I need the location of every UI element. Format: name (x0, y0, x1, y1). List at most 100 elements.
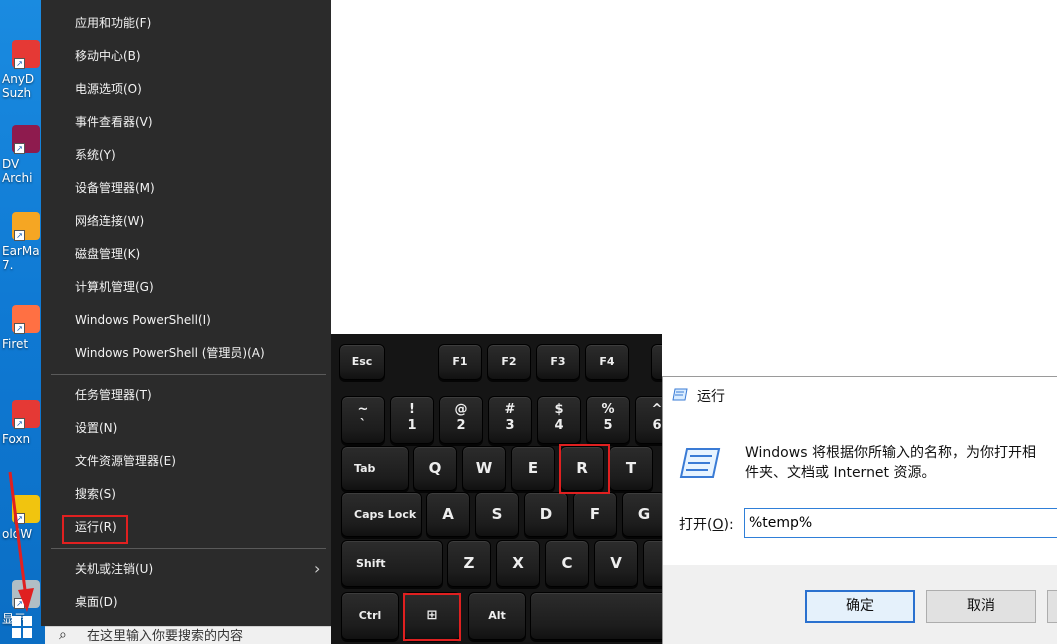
key-spacebar[interactable] (530, 592, 662, 640)
menu-item[interactable]: 设备管理器(M) (75, 178, 155, 198)
key-z[interactable]: Z (447, 540, 491, 587)
key-number[interactable]: ! 1 (390, 396, 434, 444)
key-alt[interactable]: Alt (468, 592, 526, 640)
key-label: 2 (456, 418, 466, 433)
key-label: Shift (356, 556, 386, 570)
key-label: 3 (505, 418, 515, 433)
key-f4[interactable]: F4 (585, 344, 629, 380)
key-number[interactable]: @2 (439, 396, 483, 444)
menu-item[interactable]: 设置(N) (75, 418, 117, 438)
taskbar-search-box[interactable]: ⌕ 在这里输入你要搜索的内容 (45, 626, 331, 644)
cancel-button[interactable]: 取消 (926, 590, 1036, 623)
run-large-icon (679, 448, 721, 478)
key-label: X (512, 553, 524, 572)
key-a[interactable]: A (426, 492, 470, 537)
key-label: Tab (354, 461, 376, 475)
menu-item[interactable]: 网络连接(W) (75, 211, 144, 231)
key-label: F2 (501, 354, 517, 368)
menu-separator (51, 374, 326, 375)
chevron-right-icon: › (314, 559, 321, 578)
menu-item[interactable]: Windows PowerShell(I) (75, 310, 211, 330)
key-f1[interactable]: F1 (438, 344, 482, 380)
key-f3[interactable]: F3 (536, 344, 580, 380)
key-label: Esc (351, 354, 373, 368)
key-r-highlight-box (559, 444, 610, 494)
menu-item[interactable]: 移动中心(B) (75, 46, 141, 66)
key-label: C (561, 553, 573, 572)
key-number[interactable]: % 5 (586, 396, 630, 444)
key-g[interactable]: G (622, 492, 662, 537)
menu-item[interactable]: 桌面(D) (75, 592, 118, 612)
key-label: ! (409, 402, 415, 417)
menu-item[interactable]: 电源选项(O) (75, 79, 142, 99)
key-partial[interactable] (651, 344, 662, 380)
menu-item[interactable]: 关机或注销(U) (75, 559, 153, 579)
menu-item[interactable]: 磁盘管理(K) (75, 244, 140, 264)
key-label: @ (454, 402, 468, 417)
key-ctrl[interactable]: Ctrl (341, 592, 399, 640)
run-command-input[interactable] (744, 508, 1057, 538)
browse-button[interactable] (1047, 590, 1057, 623)
key-label: F1 (452, 354, 468, 368)
shortcut-arrow-icon: ↗ (14, 230, 25, 241)
key-f2[interactable]: F2 (487, 344, 531, 380)
menu-item[interactable]: Windows PowerShell (管理员)(A) (75, 343, 265, 363)
key-q[interactable]: Q (413, 446, 457, 491)
menu-item[interactable]: 文件资源管理器(E) (75, 451, 176, 471)
desktop-shortcut-label: EarMa 7. (2, 244, 40, 272)
menu-item[interactable]: 搜索(S) (75, 484, 116, 504)
key-x[interactable]: X (496, 540, 540, 587)
key-label: Ctrl (358, 608, 382, 622)
key-label: F (589, 504, 601, 523)
key-label: $ (554, 402, 564, 417)
run-description: Windows 将根据你所输入的名称，为你打开相 件夹、文档或 Internet… (745, 445, 1036, 481)
key-label: 4 (554, 418, 564, 433)
key-number[interactable]: #3 (488, 396, 532, 444)
screenshot-composite: ↗ AnyD Suzh ↗ DV Archi ↗ EarMa 7. ↗ Firet ↗ Foxn ↗… (0, 0, 1057, 644)
key-label: F3 (550, 354, 566, 368)
key-label: 6 (652, 418, 662, 433)
key-f[interactable]: F (573, 492, 617, 537)
key-partial[interactable] (643, 540, 662, 587)
key-s[interactable]: S (475, 492, 519, 537)
desktop-shortcut-label: AnyD Suzh (2, 72, 35, 100)
run-app-icon (672, 388, 688, 401)
run-dialog: 运行 Windows 将根据你所输入的名称，为你打开相 件夹、文档或 Inter… (662, 376, 1057, 644)
key-label: V (610, 553, 622, 572)
key-label: ` (359, 418, 367, 433)
open-label: 打开(O): (679, 517, 734, 533)
shortcut-arrow-icon: ↗ (14, 58, 25, 69)
run-dialog-title: 运行 (697, 389, 725, 405)
ok-button[interactable]: 确定 (805, 590, 915, 623)
key-label: Caps Lock (354, 507, 417, 521)
key-e[interactable]: E (511, 446, 555, 491)
key-label: # (504, 402, 516, 417)
key-w[interactable]: W (462, 446, 506, 491)
key-v[interactable]: V (594, 540, 638, 587)
key-tab[interactable]: Tab (341, 446, 409, 491)
key-number[interactable]: $4 (537, 396, 581, 444)
menu-item[interactable]: 应用和功能(F) (75, 13, 151, 33)
key-label: ^ (651, 402, 662, 417)
key-win-highlight-box (403, 593, 461, 641)
key-number[interactable]: ^ 6 (635, 396, 662, 444)
key-label: A (442, 504, 454, 523)
key-d[interactable]: D (524, 492, 568, 537)
run-dialog-titlebar: 运行 (663, 377, 1057, 413)
key-number[interactable]: ~ ` (341, 396, 385, 444)
shortcut-arrow-icon: ↗ (14, 143, 25, 154)
key-shift[interactable]: Shift (341, 540, 443, 587)
key-t[interactable]: T (609, 446, 653, 491)
menu-item[interactable]: 计算机管理(G) (75, 277, 154, 297)
desktop-shortcut-label: Foxn (2, 432, 31, 446)
key-esc[interactable]: Esc (339, 344, 385, 380)
keyboard-photo: Esc F1 F2 F3 F4 ~ `! 1 @2 #3 $4% 5 ^ 6 Tab Q W E R T Caps Lo… (331, 334, 662, 644)
key-c[interactable]: C (545, 540, 589, 587)
menu-item[interactable]: 系统(Y) (75, 145, 116, 165)
key-label: G (637, 504, 651, 523)
key-caps-lock[interactable]: Caps Lock (341, 492, 422, 537)
menu-item[interactable]: 事件查看器(V) (75, 112, 153, 132)
key-label: % (601, 402, 615, 417)
key-label: T (625, 458, 637, 477)
menu-item[interactable]: 任务管理器(T) (75, 385, 152, 405)
